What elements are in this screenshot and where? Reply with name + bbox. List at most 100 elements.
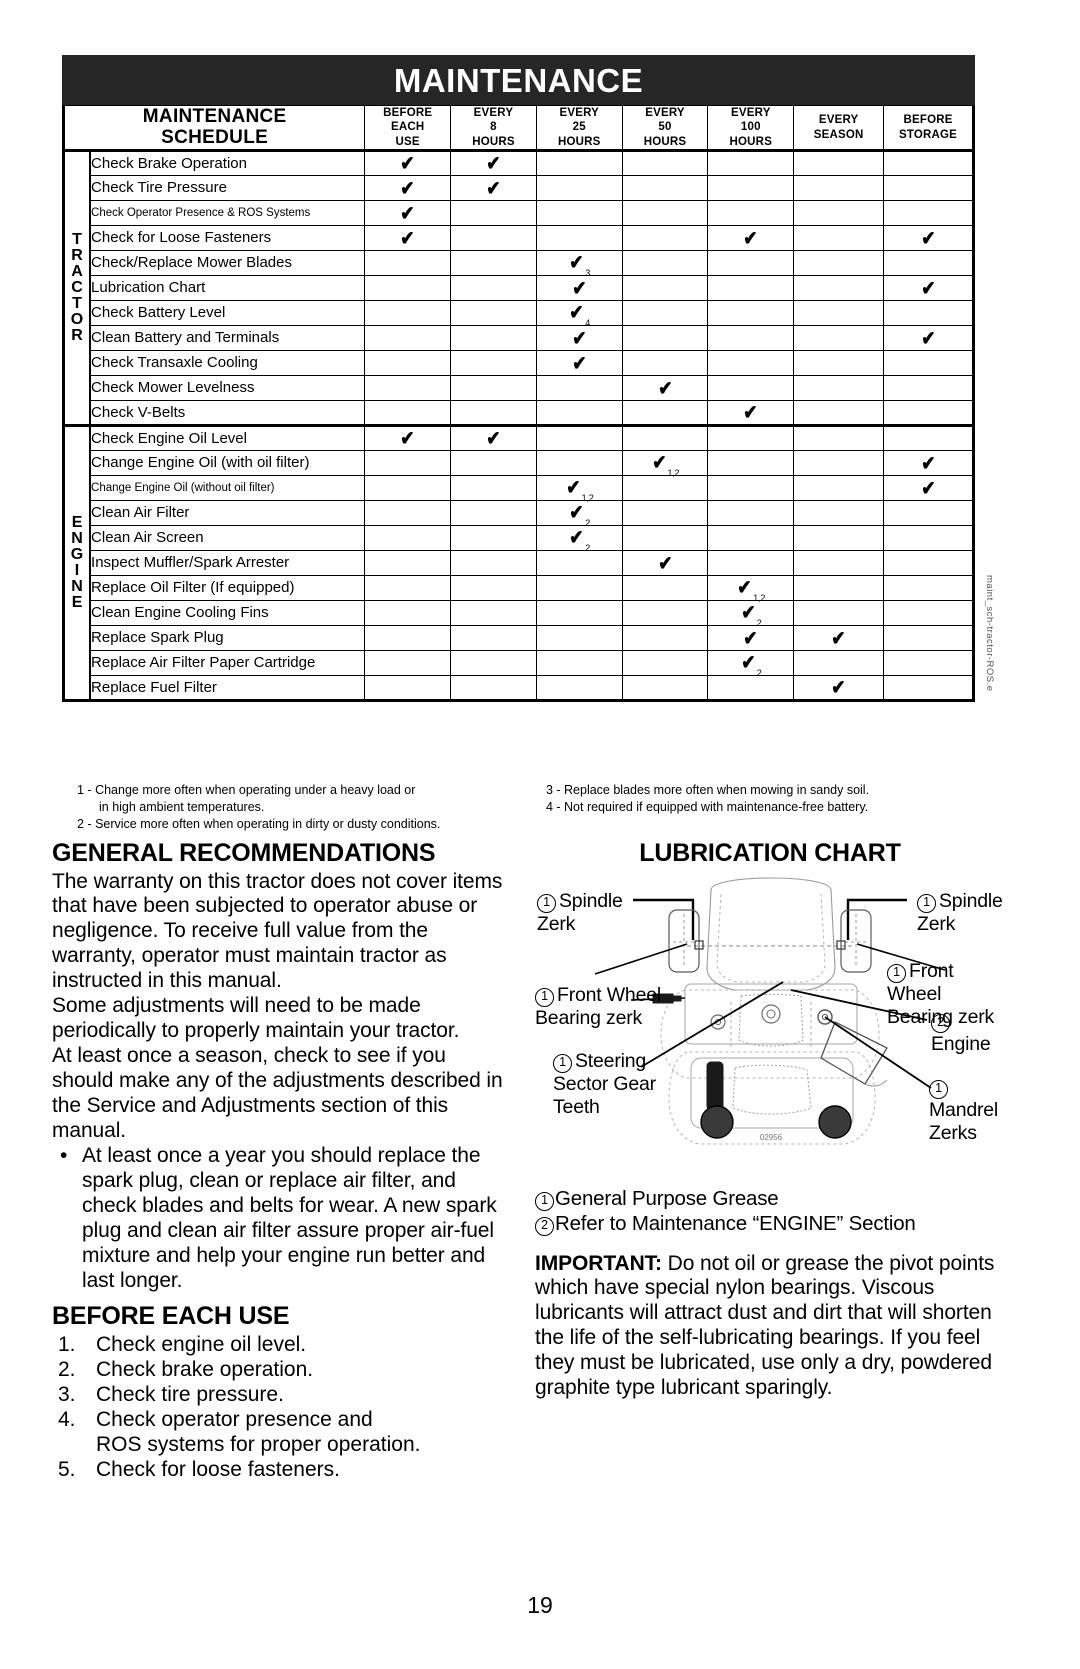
check-mark-icon: ✔: [486, 153, 501, 176]
schedule-cell: [621, 650, 709, 677]
lubrication-key: 1 General Purpose Grease 2 Refer to Mainte…: [535, 1186, 1005, 1236]
table-row: Inspect Muffler/Spark Arrester ✔: [64, 550, 974, 577]
marker-2-icon: 2: [535, 1216, 554, 1236]
schedule-cell: [450, 300, 537, 327]
table-row: Check Battery Level ✔4: [64, 300, 974, 328]
item-text: Check operator presence and: [96, 1407, 373, 1431]
schedule-cell: [883, 525, 974, 552]
key-item-1: 1 General Purpose Grease: [535, 1186, 1005, 1211]
schedule-cell: [883, 175, 974, 202]
hdr-l3: HOURS: [643, 135, 687, 148]
schedule-cell: ✔: [707, 625, 795, 652]
schedule-cell: [450, 500, 537, 527]
schedule-cell: [883, 550, 974, 577]
hdr-l2: EACH: [390, 121, 425, 134]
label-text: Spindle: [939, 889, 1003, 912]
table-row: Check Mower Levelness ✔: [64, 375, 974, 402]
schedule-cell: [793, 550, 885, 577]
schedule-cell: [450, 600, 537, 627]
schedule-cell: [364, 325, 452, 352]
schedule-cell: ✔2: [535, 525, 623, 553]
schedule-cell: ✔2: [707, 650, 795, 678]
schedule-cell: [535, 400, 623, 428]
label-text-line2: Zerks: [929, 1121, 977, 1144]
group-label-tractor: TRACTOR: [63, 149, 92, 427]
schedule-cell: [793, 375, 885, 402]
schedule-cell: [707, 450, 795, 477]
label-front-wheel-bearing-zerk-left: 1 Front Wheel Bearing zerk: [535, 984, 661, 1030]
item-number: 2.: [58, 1357, 76, 1381]
list-item-continuation: ROS systems for proper operation.: [52, 1433, 507, 1458]
footnote-1: 1 - Change more often when operating und…: [77, 782, 546, 816]
schedule-cell: [450, 575, 537, 602]
schedule-cell: [364, 350, 452, 377]
hdr-l3: HOURS: [557, 135, 601, 148]
general-paragraph-1: The warranty on this tractor does not co…: [52, 869, 503, 993]
marker-1-icon: 1: [887, 963, 906, 983]
schedule-cell: ✔: [535, 275, 623, 302]
schedule-cell: [707, 149, 795, 177]
table-row: Replace Spark Plug ✔ ✔: [64, 625, 974, 652]
hdr-l2: 25: [572, 121, 586, 134]
schedule-cell: [535, 450, 623, 477]
schedule-cell: ✔: [621, 550, 709, 577]
schedule-cell: [621, 525, 709, 552]
column-header-every-100-hours: EVERY 100 HOURS: [707, 104, 795, 152]
schedule-cell: [364, 300, 452, 327]
schedule-cell: [450, 325, 537, 352]
marker-1-icon: 1: [917, 893, 936, 913]
left-column: GENERAL RECOMMENDATIONS The warranty on …: [52, 839, 507, 1483]
schedule-cell: [793, 250, 885, 277]
schedule-cell: ✔: [364, 200, 452, 227]
schedule-cell: [793, 200, 885, 227]
schedule-cell: [621, 625, 709, 652]
list-item: 2. Check brake operation.: [52, 1358, 507, 1383]
schedule-cell: ✔: [364, 225, 452, 252]
table-row: T R A C T O R Check Brake Operation ✔ ✔: [63, 149, 974, 427]
check-mark-icon: ✔: [743, 627, 758, 650]
check-mark-icon: ✔: [743, 227, 758, 250]
schedule-cell: [364, 500, 452, 527]
schedule-cell: ✔: [793, 625, 885, 652]
general-bullet-1: • At least once a year you should replac…: [52, 1144, 507, 1294]
label-spindle-zerk-right: 1 Spindle Zerk: [917, 890, 1003, 936]
table-row: Check Operator Presence & ROS Systems ✔: [64, 200, 974, 227]
label-text: Spindle: [559, 889, 623, 912]
schedule-cell: [883, 350, 974, 377]
key-item-2-text: Refer to Maintenance “ENGINE” Section: [555, 1211, 916, 1235]
table-row: Clean Air Filter ✔2: [64, 500, 974, 528]
schedule-cell: [883, 500, 974, 527]
schedule-header-row: MAINTENANCE SCHEDULE BEFORE EACH USE EVE…: [62, 104, 974, 152]
table-row: Replace Fuel Filter ✔: [64, 675, 974, 703]
maintenance-schedule-table: MAINTENANCE SCHEDULE BEFORE EACH USE EVE…: [62, 104, 975, 703]
schedule-cell: [535, 225, 623, 252]
item-text: Check brake operation.: [96, 1357, 314, 1381]
schedule-cell: [793, 450, 885, 477]
footnote-text: Change more often when operating under a…: [95, 783, 416, 797]
schedule-cell: ✔: [883, 225, 974, 252]
key-item-2: 2 Refer to Maintenance “ENGINE” Section: [535, 1211, 1005, 1236]
footnotes-left: 1 - Change more often when operating und…: [62, 782, 546, 833]
item-number: 1.: [58, 1332, 76, 1356]
item-number: 4.: [58, 1407, 76, 1431]
manual-page: MAINTENANCE MAINTENANCE SCHEDULE BEFORE …: [0, 0, 1080, 1669]
schedule-cell: [793, 175, 885, 202]
schedule-header: MAINTENANCE SCHEDULE BEFORE EACH USE EVE…: [62, 104, 974, 152]
schedule-cell: [883, 149, 974, 177]
task-label: Replace Fuel Filter: [89, 675, 366, 703]
schedule-cell: ✔1,2: [707, 575, 795, 603]
schedule-title-line2: SCHEDULE: [161, 126, 269, 148]
label-text: Engine: [931, 1032, 991, 1055]
check-mark-icon: ✔: [569, 527, 584, 550]
marker-1-icon: 1: [535, 1191, 554, 1211]
task-label: Replace Spark Plug: [89, 625, 366, 652]
label-steering-sector-gear-teeth: 1 Steering Sector Gear Teeth: [553, 1050, 656, 1119]
task-label: Check Engine Oil Level: [89, 424, 366, 452]
task-label: Lubrication Chart: [89, 275, 366, 302]
schedule-cell: [883, 575, 974, 602]
task-label: Clean Engine Cooling Fins: [89, 600, 366, 627]
marker-2-icon: 2: [931, 1013, 950, 1033]
footnote-text: Replace blades more often when mowing in…: [564, 783, 870, 797]
schedule-cell: [707, 675, 795, 703]
